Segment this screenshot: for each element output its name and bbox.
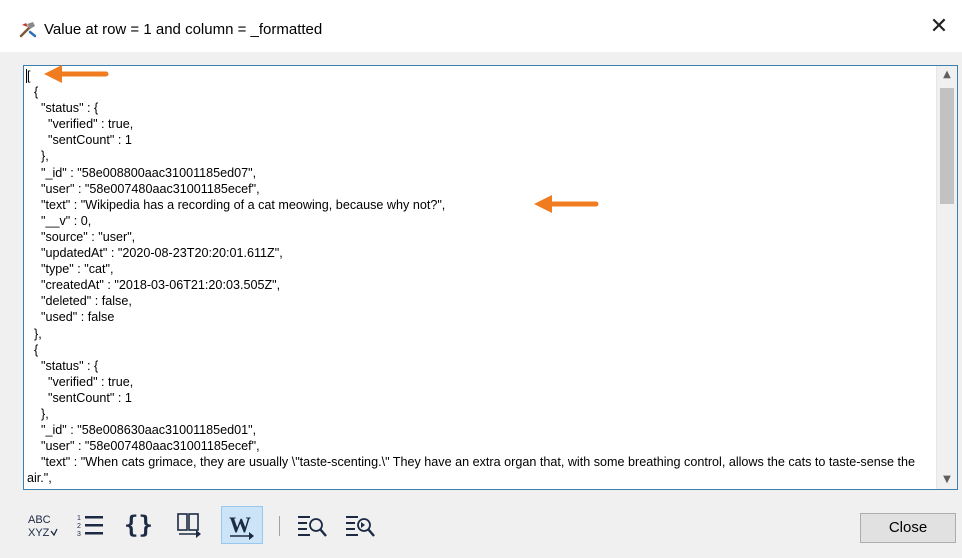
close-button[interactable]: Close bbox=[860, 513, 956, 543]
svg-text:1: 1 bbox=[77, 515, 81, 522]
find-icon[interactable] bbox=[295, 506, 331, 544]
tools-icon bbox=[18, 20, 38, 40]
find-next-icon[interactable] bbox=[343, 506, 379, 544]
svg-text:XYZ: XYZ bbox=[28, 527, 50, 539]
window-title: Value at row = 1 and column = _formatted bbox=[44, 21, 323, 38]
svg-text:{}: {} bbox=[124, 511, 153, 539]
annotation-arrow-icon bbox=[534, 195, 599, 213]
svg-text:W: W bbox=[229, 512, 251, 537]
title-bar: Value at row = 1 and column = _formatted… bbox=[0, 0, 962, 52]
close-icon[interactable]: ✕ bbox=[928, 16, 950, 38]
scroll-thumb[interactable] bbox=[940, 88, 954, 204]
json-content[interactable]: [ { "status" : { "verified" : true, "sen… bbox=[27, 68, 932, 489]
svg-text:3: 3 bbox=[77, 531, 81, 538]
value-text-area[interactable]: [ { "status" : { "verified" : true, "sen… bbox=[23, 65, 958, 490]
scroll-down-icon[interactable]: ▼ bbox=[937, 471, 957, 489]
bottom-toolbar: ABC XYZ 1 2 3 {} W bbox=[23, 506, 403, 546]
svg-text:ABC: ABC bbox=[28, 514, 51, 526]
svg-text:2: 2 bbox=[77, 523, 81, 530]
export-icon[interactable] bbox=[173, 506, 207, 544]
annotation-arrow-icon bbox=[44, 65, 109, 83]
text-caret bbox=[26, 69, 27, 83]
vertical-scrollbar[interactable]: ▲ ▼ bbox=[936, 66, 957, 489]
toolbar-separator bbox=[279, 516, 280, 536]
word-wrap-icon[interactable]: W bbox=[221, 506, 263, 544]
braces-icon[interactable]: {} bbox=[121, 506, 159, 544]
scroll-up-icon[interactable]: ▲ bbox=[937, 66, 957, 84]
line-numbers-icon[interactable]: 1 2 3 bbox=[73, 506, 107, 544]
spellcheck-icon[interactable]: ABC XYZ bbox=[25, 506, 59, 544]
